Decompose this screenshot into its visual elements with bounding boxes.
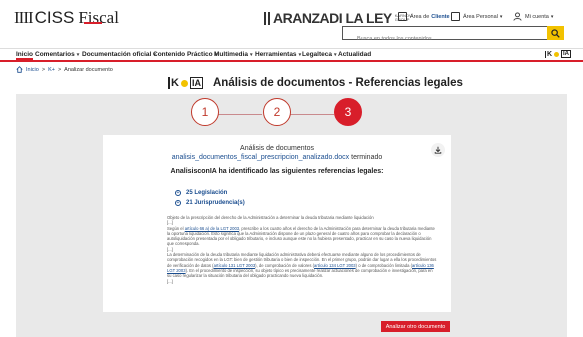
step-3: 3 xyxy=(334,98,362,126)
kia-title-logo: K IA xyxy=(168,77,203,89)
account-link[interactable]: Mi cuenta ▾ xyxy=(513,12,553,21)
excerpt-text: ) o de comprobación limitada ( xyxy=(355,262,412,268)
account-label: Mi cuenta xyxy=(525,13,549,20)
nav-item-label: Actualidad xyxy=(338,51,372,58)
publisher-mark-icon xyxy=(264,11,270,25)
page-title: Análisis de documentos - Referencias leg… xyxy=(213,77,463,89)
nav-item-actualidad[interactable]: Actualidad xyxy=(338,51,371,58)
reference-item-legislacion[interactable]: + 25 Legislación xyxy=(175,188,245,198)
folder-icon xyxy=(451,12,460,21)
brand-product: Fiscal xyxy=(78,8,119,27)
legal-reference-link[interactable]: artículo 131 LGT 2003 xyxy=(214,263,256,268)
analyze-other-document-button[interactable]: Analizar otro documento xyxy=(381,321,450,332)
expand-plus-icon: + xyxy=(175,200,181,206)
step-2: 2 xyxy=(263,98,291,126)
kia-logo-ia: IA xyxy=(189,77,203,89)
excerpt-text: ). En el procedimiento de inspección, su… xyxy=(167,267,433,279)
document-excerpt: Objeto de la prescripción del derecho de… xyxy=(167,215,437,284)
client-area-link[interactable]: Área de Cliente xyxy=(398,12,450,21)
user-icon xyxy=(513,12,522,21)
chevron-down-icon: ▾ xyxy=(298,52,302,58)
chevron-down-icon: ▾ xyxy=(550,13,554,20)
nav-item-comentarios[interactable]: Comentarios ▾ xyxy=(35,51,79,58)
search-input[interactable] xyxy=(343,33,543,45)
search-box xyxy=(342,26,564,45)
nav-item-documentacion[interactable]: Documentación oficial ▾ xyxy=(82,51,156,58)
step-connector xyxy=(218,114,262,115)
excerpt-paragraph: Según el artículo 66 a) de la LGT 2003, … xyxy=(167,226,437,247)
reference-list: + 25 Legislación + 21 Jurisprudencia(s) xyxy=(175,188,245,208)
nav-item-herramientas[interactable]: Herramientas ▾ xyxy=(255,51,301,58)
brand-name: CISS xyxy=(34,8,75,27)
personal-area-label: Área Personal xyxy=(463,13,498,20)
chevron-down-icon: ▾ xyxy=(499,13,503,20)
kia-logo-k: K xyxy=(168,77,179,89)
breadcrumb-kplus[interactable]: K+ xyxy=(48,67,55,73)
kia-logo-k: K xyxy=(544,50,552,58)
reference-label: 21 Jurisprudencia(s) xyxy=(186,200,245,206)
nav-item-label: Contenido Práctico xyxy=(153,51,213,58)
legal-reference-link[interactable]: artículo 66 a) de la LGT 2003 xyxy=(185,226,239,231)
client-area-bold: Cliente xyxy=(431,13,450,20)
chevron-down-icon: ▾ xyxy=(249,52,253,58)
personal-area-link[interactable]: Área Personal ▾ xyxy=(451,12,502,21)
nav-item-inicio[interactable]: Inicio xyxy=(16,51,33,60)
sparkle-icon xyxy=(180,79,188,87)
doc-label: Análisis de documentos xyxy=(240,145,314,152)
kia-logo[interactable]: K IA xyxy=(544,50,571,58)
kia-logo-ia: IA xyxy=(561,50,571,58)
excerpt-paragraph: La determinación de la deuda tributaria … xyxy=(167,252,437,278)
step-1: 1 xyxy=(191,98,219,126)
excerpt-text: Según el xyxy=(167,225,184,231)
client-area-prefix: Área de xyxy=(410,13,430,20)
breadcrumb-current: Analizar documento xyxy=(64,66,113,73)
sparkle-icon xyxy=(554,51,559,57)
search-button[interactable] xyxy=(547,26,564,40)
client-area-icon xyxy=(398,12,407,21)
breadcrumb-home[interactable]: Inicio xyxy=(26,67,39,73)
nav-item-legalteca[interactable]: Legalteca ▾ xyxy=(302,51,337,58)
identified-heading: AnalisisconIA ha identificado las siguie… xyxy=(170,168,384,175)
brand-bars: IIII xyxy=(14,8,34,27)
doc-file-name: analisis_documentos_fiscal_prescripcion_… xyxy=(171,154,350,161)
step-connector xyxy=(290,114,334,115)
nav-item-label: Inicio xyxy=(16,51,33,58)
stepper: 1 2 3 xyxy=(0,96,583,130)
doc-status-line: analisis_documentos_fiscal_prescripcion_… xyxy=(103,154,451,161)
breadcrumb: Inicio > K+ > Analizar documento xyxy=(16,66,113,73)
main-nav: Inicio Comentarios ▾ Documentación oficia… xyxy=(0,48,583,62)
nav-item-label: Multimedia xyxy=(214,51,248,58)
breadcrumb-separator: > xyxy=(57,66,62,73)
excerpt-text: ), de comprobación de valores ( xyxy=(255,262,315,268)
reference-label: 25 Legislación xyxy=(186,190,228,196)
nav-item-label: Herramientas xyxy=(255,51,297,58)
brand-underline xyxy=(84,22,102,24)
chevron-down-icon: ▾ xyxy=(76,52,80,58)
excerpt-ellipsis: [...] xyxy=(167,278,173,284)
top-header: IIII CISS Fiscal ARANZADI LA LEY KARNOV … xyxy=(0,0,583,48)
nav-item-multimedia[interactable]: Multimedia ▾ xyxy=(214,51,252,58)
nav-item-label: Legalteca xyxy=(302,51,332,58)
home-icon[interactable] xyxy=(16,66,23,73)
reference-item-jurisprudencia[interactable]: + 21 Jurisprudencia(s) xyxy=(175,198,245,208)
publisher-name: ARANZADI LA LEY xyxy=(273,10,392,26)
expand-plus-icon: + xyxy=(175,190,181,196)
search-icon xyxy=(551,28,560,38)
chevron-down-icon: ▾ xyxy=(334,52,337,58)
result-card: Análisis de documentos analisis_document… xyxy=(103,135,451,312)
doc-status: terminado xyxy=(351,154,383,161)
brand-logo[interactable]: IIII CISS Fiscal xyxy=(14,8,119,28)
publisher-logo: ARANZADI LA LEY KARNOV GROUP xyxy=(264,10,417,26)
page-title-row: K IA Análisis de documentos - Referencia… xyxy=(0,76,583,94)
breadcrumb-separator: > xyxy=(41,66,46,73)
legal-reference-link[interactable]: artículo 134 LGT 2003 xyxy=(314,263,356,268)
nav-item-contenido[interactable]: Contenido Práctico ▾ xyxy=(153,51,217,58)
nav-item-label: Comentarios xyxy=(35,51,75,58)
nav-item-label: Documentación oficial xyxy=(82,51,152,58)
